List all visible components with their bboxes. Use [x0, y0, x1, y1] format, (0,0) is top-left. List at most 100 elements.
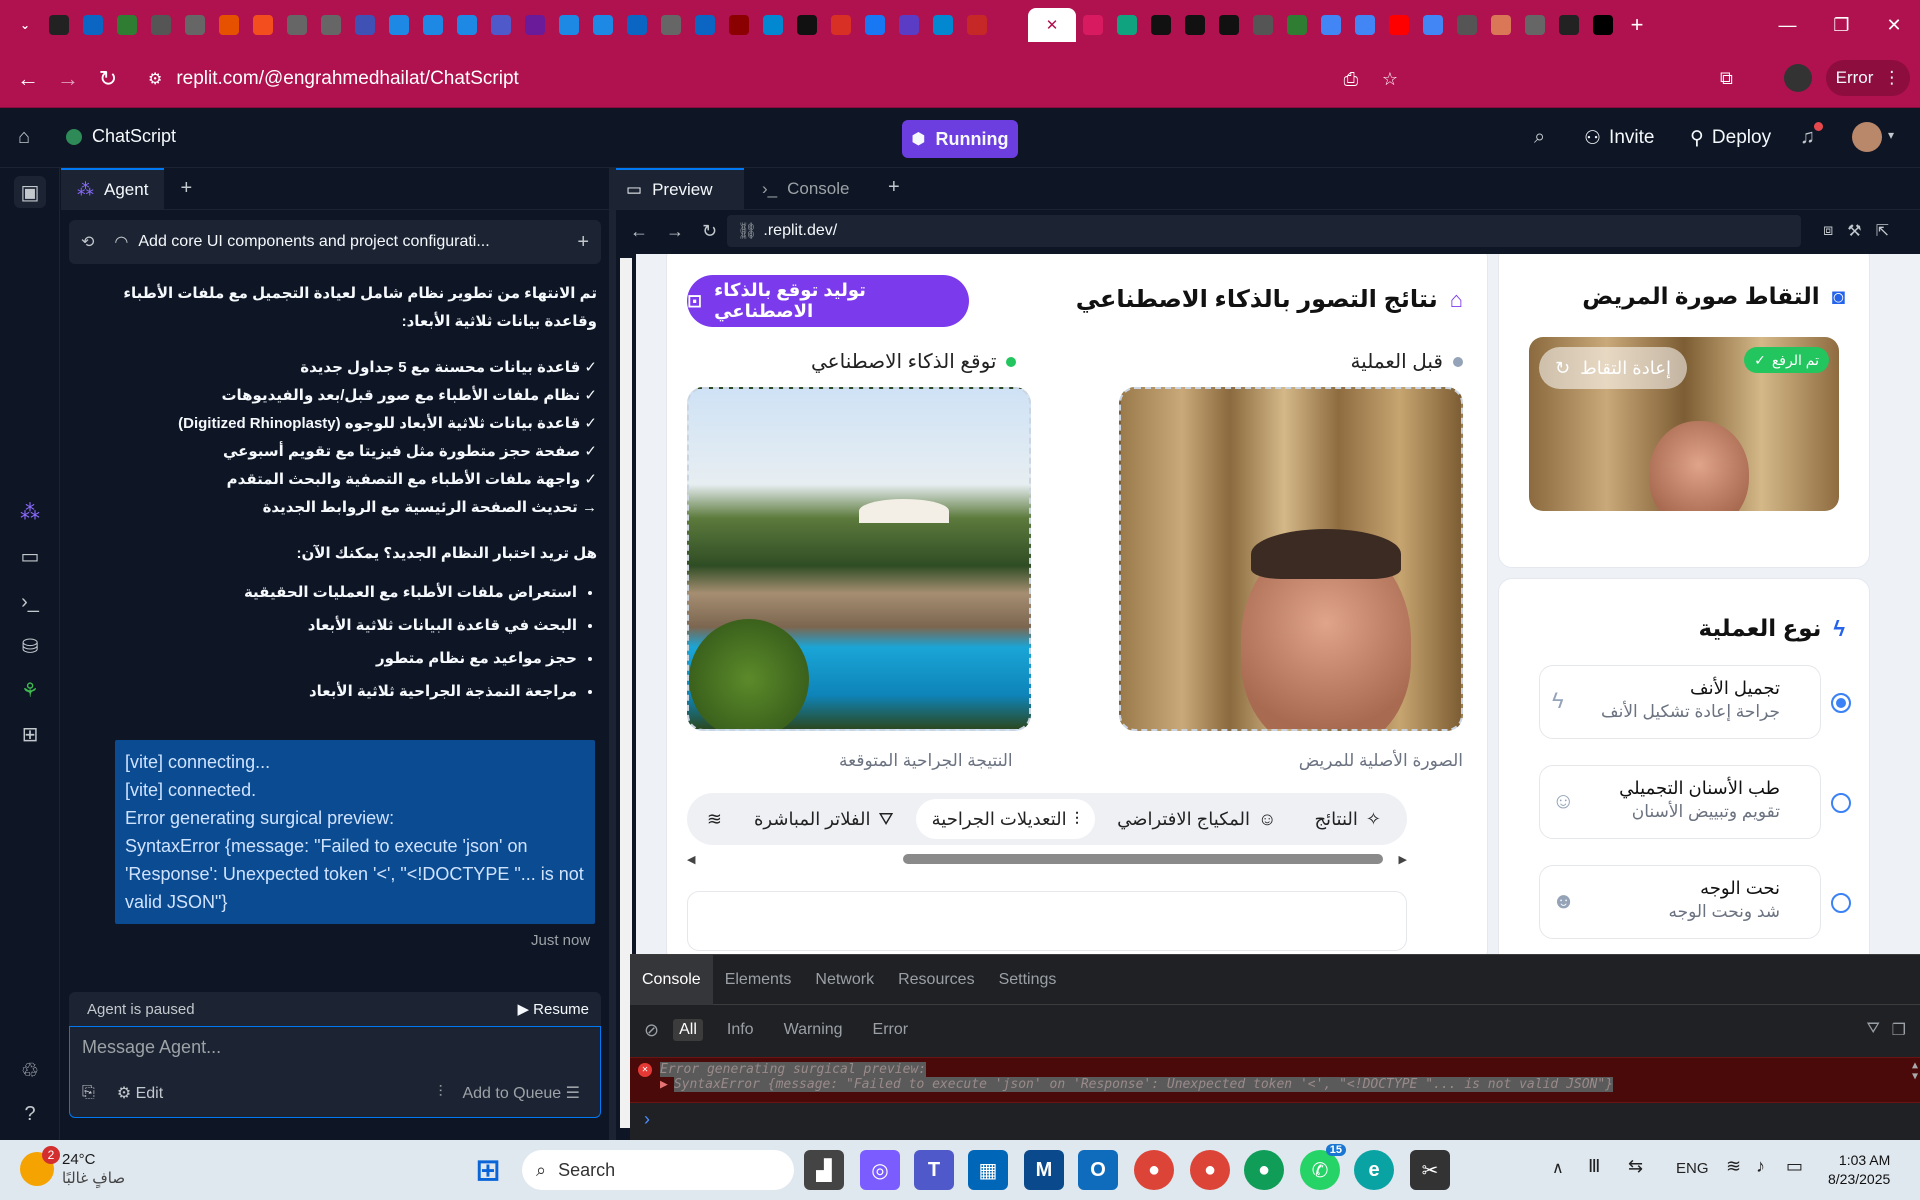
profile-avatar[interactable] — [1784, 64, 1812, 92]
restore-icon[interactable]: ❐ — [1833, 15, 1849, 36]
console-prompt-icon[interactable]: › — [630, 1103, 1920, 1136]
globe-icon[interactable] — [1552, 8, 1586, 42]
bug-icon[interactable]: ♲ — [14, 1054, 46, 1086]
forward-icon[interactable]: → — [48, 59, 88, 99]
teams-icon[interactable] — [518, 8, 552, 42]
devices-icon[interactable]: ⧈ — [1823, 222, 1833, 240]
whatsapp-icon[interactable]: ✆ 15 — [1300, 1144, 1346, 1190]
google-icon[interactable] — [1348, 8, 1382, 42]
chatgpt-icon[interactable] — [1144, 8, 1178, 42]
tab-agent[interactable]: ⁂ Agent — [61, 167, 165, 210]
clock[interactable]: 1:03 AM 8/23/2025 — [1828, 1151, 1890, 1189]
tab-preview[interactable]: ▭ Preview — [616, 168, 744, 210]
procedure-option[interactable]: ϟ تجميل الأنف جراحة إعادة تشكيل الأنف — [1499, 665, 1871, 765]
r-icon[interactable] — [1586, 8, 1620, 42]
database-icon[interactable]: ⛁ — [14, 630, 46, 662]
mode-tab[interactable]: ✧ النتائج — [1298, 799, 1397, 839]
run-status-button[interactable]: ⬢ Running — [902, 120, 1018, 158]
project-name[interactable]: ChatScript — [66, 126, 176, 147]
extensions-icon[interactable]: ⧉ — [1720, 68, 1733, 89]
b-icon[interactable] — [1212, 8, 1246, 42]
edge-icon[interactable]: e — [1354, 1150, 1394, 1190]
devtools-wrench-icon[interactable]: ⚒ — [1847, 221, 1861, 241]
globe-icon[interactable] — [688, 8, 722, 42]
scroll-left-arrow[interactable]: ◀ — [687, 853, 695, 866]
chevron-down-icon[interactable]: ▾ — [1888, 128, 1894, 142]
globe-icon[interactable] — [178, 8, 212, 42]
linkedin-icon[interactable] — [722, 8, 756, 42]
install-icon[interactable]: ⎙ — [1344, 69, 1358, 90]
x-icon[interactable] — [824, 8, 858, 42]
agent-icon[interactable]: ⁂ — [14, 496, 46, 528]
battery-icon[interactable]: ▭ — [1786, 1156, 1803, 1177]
devtools-tab[interactable]: Elements — [713, 955, 804, 1005]
console-filter[interactable]: Info — [721, 1019, 760, 1041]
settings-sliders-icon[interactable]: ⫶ — [438, 1084, 442, 1102]
preview-url-input[interactable]: ⛓ .replit.dev/ — [727, 215, 1802, 247]
taskbar-search[interactable]: ⌕ Search — [522, 1150, 794, 1190]
outlook-icon[interactable]: O — [1078, 1150, 1118, 1190]
console-filter[interactable]: Warning — [778, 1019, 849, 1041]
preview-reload-icon[interactable]: ↻ — [702, 221, 717, 242]
facebook-icon[interactable] — [892, 8, 926, 42]
back-icon[interactable]: ← — [8, 59, 48, 99]
replit-icon[interactable]: ✕ — [1028, 8, 1076, 42]
chrome-icon[interactable]: ● — [1134, 1150, 1174, 1190]
new-pane-tab-button[interactable]: + — [888, 176, 900, 199]
procedure-option[interactable]: ☻ نحت الوجه شد ونحت الوجه — [1499, 865, 1871, 954]
figma-icon[interactable] — [280, 8, 314, 42]
chrome-icon[interactable] — [1280, 8, 1314, 42]
gpt-icon[interactable] — [586, 8, 620, 42]
tray-sync-icon[interactable]: ⇆ — [1628, 1156, 1643, 1177]
s-icon[interactable] — [382, 8, 416, 42]
procedure-radio[interactable] — [1831, 893, 1851, 913]
app-icon[interactable] — [756, 8, 790, 42]
new-tab-button[interactable]: + — [1620, 8, 1654, 42]
weather-widget[interactable]: 2 24°C صافٍ غالبًا — [20, 1146, 125, 1188]
tabs-scroll-thumb[interactable] — [903, 854, 1383, 864]
chrome-profile-icon[interactable]: ● — [1190, 1150, 1230, 1190]
triangle-logo-icon[interactable] — [42, 8, 76, 42]
new-tab-button[interactable]: + — [164, 177, 208, 200]
google-icon[interactable] — [1110, 8, 1144, 42]
settings-icon[interactable] — [960, 8, 994, 42]
history-icon[interactable]: ⟲ — [81, 232, 94, 252]
google-icon[interactable] — [1450, 8, 1484, 42]
all-tools-icon[interactable]: ⊞ — [14, 718, 46, 750]
search-icon[interactable]: ⌕ — [1534, 126, 1545, 149]
grid-icon[interactable] — [416, 8, 450, 42]
shell-icon[interactable]: ›_ — [14, 586, 46, 618]
procedure-option[interactable]: ☺ طب الأسنان التجميلي تقويم وتبييض الأسنان — [1499, 765, 1871, 865]
site-info-icon[interactable]: ⚙ — [148, 69, 162, 89]
filter-icon[interactable]: ⛛ — [1867, 1020, 1880, 1038]
language-indicator[interactable]: ENG — [1676, 1160, 1709, 1177]
retake-button[interactable]: ↻ إعادة التقاط — [1539, 347, 1687, 389]
m-app-icon[interactable]: M — [1024, 1150, 1064, 1190]
procedure-radio[interactable] — [1831, 693, 1851, 713]
user-avatar[interactable] — [1852, 122, 1882, 152]
notion-n-icon[interactable] — [144, 8, 178, 42]
add-to-queue-button[interactable]: Add to Queue ☰ — [462, 1083, 580, 1103]
grid-icon[interactable] — [450, 8, 484, 42]
help-icon[interactable]: ? — [14, 1098, 46, 1130]
bookmark-star-icon[interactable]: ☆ — [1382, 69, 1398, 90]
bell-icon[interactable]: ♫ — [1800, 122, 1823, 149]
heart-icon[interactable] — [926, 8, 960, 42]
wifi-icon[interactable]: ≋ — [1726, 1156, 1741, 1177]
claude-icon[interactable] — [1518, 8, 1552, 42]
procedure-radio[interactable] — [1831, 793, 1851, 813]
compass-icon[interactable] — [790, 8, 824, 42]
task-view-icon[interactable]: ▟ — [804, 1150, 844, 1190]
open-new-window-icon[interactable]: ⇱ — [1876, 221, 1889, 241]
office-icon[interactable] — [246, 8, 280, 42]
windows-start-icon[interactable]: ⊞ — [468, 1150, 508, 1190]
home-icon[interactable]: ⌂ — [18, 126, 30, 149]
j-icon[interactable] — [994, 8, 1028, 42]
preview-forward-icon[interactable]: → — [666, 221, 684, 242]
gmail-icon[interactable] — [858, 8, 892, 42]
devtools-tab[interactable]: Resources — [886, 955, 986, 1005]
linkedin-icon[interactable] — [654, 8, 688, 42]
globe-icon[interactable] — [212, 8, 246, 42]
resume-button[interactable]: ▶ Resume — [517, 1000, 589, 1018]
google-icon[interactable] — [1382, 8, 1416, 42]
